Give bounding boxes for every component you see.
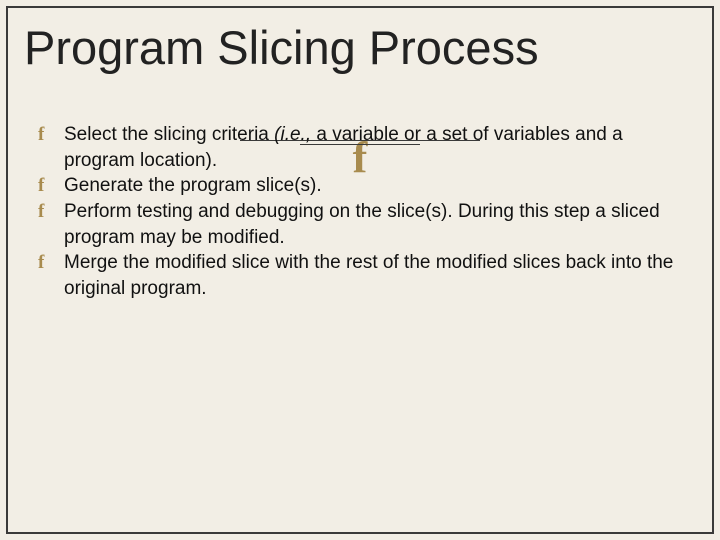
list-item: f Perform testing and debugging on the s… [38, 199, 682, 250]
list-item-text: Perform testing and debugging on the sli… [64, 199, 682, 250]
list-item: f Merge the modified slice with the rest… [38, 250, 682, 301]
bullet-icon: f [38, 122, 64, 148]
bullet-icon: f [38, 199, 64, 225]
list-item-text: Select the slicing criteria (i.e., a var… [64, 122, 682, 173]
list-item-text: Merge the modified slice with the rest o… [64, 250, 682, 301]
list-item: f Select the slicing criteria (i.e., a v… [38, 122, 682, 173]
text-span: Select the slicing criteria [64, 124, 274, 145]
list-item: f Generate the program slice(s). [38, 173, 682, 199]
text-italic: (i.e., [274, 124, 311, 145]
body-text: f Select the slicing criteria (i.e., a v… [38, 122, 682, 301]
slide-title: Program Slicing Process [24, 20, 696, 75]
bullet-icon: f [38, 250, 64, 276]
bullet-icon: f [38, 173, 64, 199]
slide: Program Slicing Process f f Select the s… [0, 0, 720, 540]
list-item-text: Generate the program slice(s). [64, 173, 682, 199]
